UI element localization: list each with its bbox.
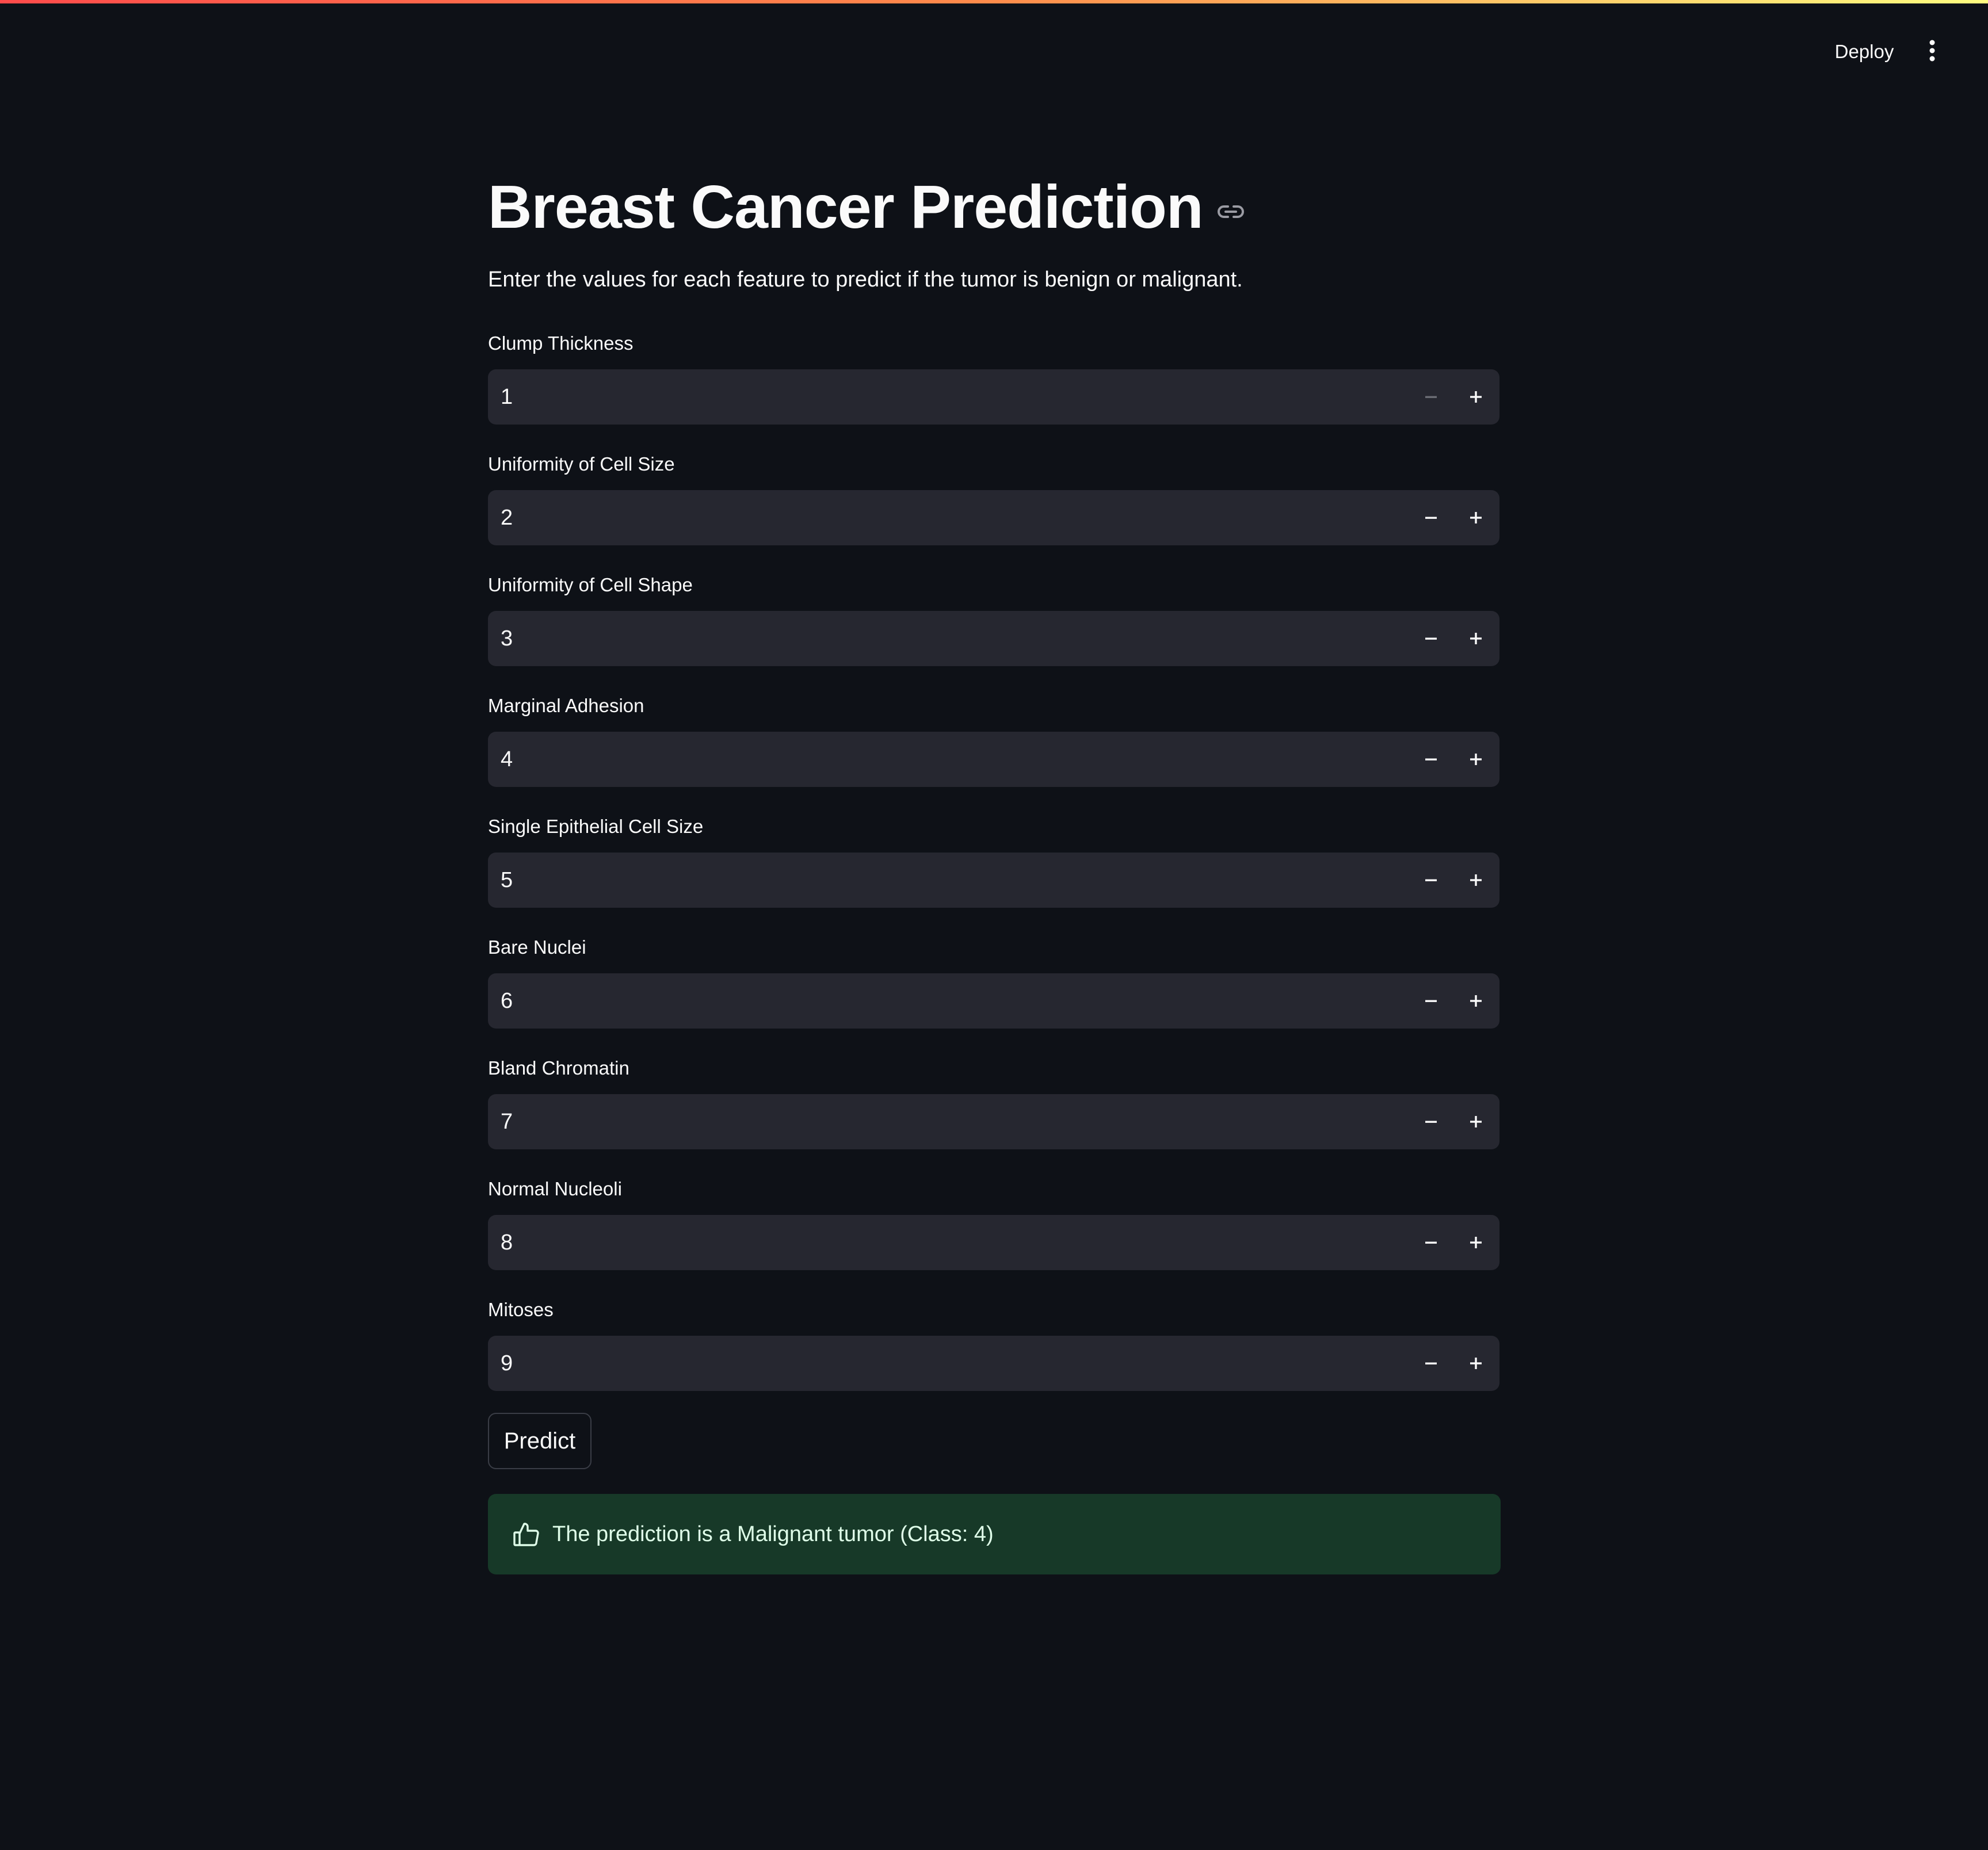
number-field: Marginal Adhesion 4 — [488, 691, 1501, 787]
field-label: Uniformity of Cell Size — [488, 453, 675, 475]
minus-icon — [1425, 879, 1437, 881]
number-input-value[interactable]: 1 — [488, 385, 1409, 410]
field-label: Clump Thickness — [488, 332, 634, 354]
number-input-value[interactable]: 4 — [488, 747, 1409, 772]
number-input[interactable]: 1 — [488, 369, 1499, 425]
plus-icon — [1470, 633, 1482, 644]
top-decoration-bar — [0, 0, 1988, 3]
main-menu-button[interactable] — [1916, 36, 1948, 68]
minus-icon — [1425, 1241, 1437, 1244]
decrement-button[interactable] — [1409, 973, 1453, 1029]
increment-button[interactable] — [1453, 732, 1498, 787]
decrement-button[interactable] — [1409, 490, 1453, 545]
number-input[interactable]: 8 — [488, 1215, 1499, 1270]
increment-button[interactable] — [1453, 853, 1498, 908]
plus-icon — [1470, 512, 1482, 523]
number-input-value[interactable]: 7 — [488, 1110, 1409, 1134]
field-label: Marginal Adhesion — [488, 695, 644, 716]
thumbs-up-icon — [511, 1519, 542, 1550]
number-field: Normal Nucleoli 8 — [488, 1175, 1501, 1270]
plus-icon — [1470, 1358, 1482, 1369]
field-label: Bare Nuclei — [488, 937, 586, 958]
number-input[interactable]: 3 — [488, 611, 1499, 666]
increment-button[interactable] — [1453, 369, 1498, 425]
number-input[interactable]: 4 — [488, 732, 1499, 787]
decrement-button[interactable] — [1409, 369, 1453, 425]
decrement-button[interactable] — [1409, 1215, 1453, 1270]
page-title: Breast Cancer Prediction — [488, 173, 1204, 241]
field-label: Bland Chromatin — [488, 1057, 629, 1079]
field-label: Uniformity of Cell Shape — [488, 574, 693, 595]
minus-icon — [1425, 396, 1437, 398]
minus-icon — [1425, 1000, 1437, 1002]
decrement-button[interactable] — [1409, 732, 1453, 787]
number-input[interactable]: 5 — [488, 853, 1499, 908]
increment-button[interactable] — [1453, 1215, 1498, 1270]
increment-button[interactable] — [1453, 1094, 1498, 1149]
number-field: Clump Thickness 1 — [488, 329, 1501, 425]
deploy-button[interactable]: Deploy — [1824, 36, 1905, 68]
field-label: Normal Nucleoli — [488, 1178, 622, 1199]
number-input-value[interactable]: 5 — [488, 868, 1409, 893]
number-input-value[interactable]: 2 — [488, 506, 1409, 530]
prediction-result-text: The prediction is a Malignant tumor (Cla… — [552, 1522, 994, 1546]
number-field: Bare Nuclei 6 — [488, 933, 1501, 1029]
increment-button[interactable] — [1453, 1336, 1498, 1391]
page-subtitle: Enter the values for each feature to pre… — [488, 267, 1243, 292]
predict-button[interactable]: Predict — [488, 1413, 592, 1469]
number-field: Bland Chromatin 7 — [488, 1054, 1501, 1149]
minus-icon — [1425, 1362, 1437, 1364]
number-field: Uniformity of Cell Size 2 — [488, 450, 1501, 545]
prediction-result-alert: The prediction is a Malignant tumor (Cla… — [488, 1494, 1501, 1574]
increment-button[interactable] — [1453, 973, 1498, 1029]
decrement-button[interactable] — [1409, 853, 1453, 908]
minus-icon — [1425, 637, 1437, 640]
plus-icon — [1470, 1237, 1482, 1248]
plus-icon — [1470, 874, 1482, 886]
number-input[interactable]: 7 — [488, 1094, 1499, 1149]
plus-icon — [1470, 754, 1482, 765]
number-field: Single Epithelial Cell Size 5 — [488, 812, 1501, 908]
decrement-button[interactable] — [1409, 1094, 1453, 1149]
number-input[interactable]: 6 — [488, 973, 1499, 1029]
decrement-button[interactable] — [1409, 611, 1453, 666]
title-row: Breast Cancer Prediction — [488, 167, 1246, 247]
plus-icon — [1470, 995, 1482, 1007]
decrement-button[interactable] — [1409, 1336, 1453, 1391]
minus-icon — [1425, 1121, 1437, 1123]
increment-button[interactable] — [1453, 490, 1498, 545]
increment-button[interactable] — [1453, 611, 1498, 666]
kebab-menu-icon — [1928, 39, 1936, 65]
number-input[interactable]: 9 — [488, 1336, 1499, 1391]
plus-icon — [1470, 391, 1482, 403]
number-field: Mitoses 9 — [488, 1295, 1501, 1391]
number-input-value[interactable]: 6 — [488, 989, 1409, 1014]
link-icon[interactable] — [1216, 197, 1246, 227]
number-input-value[interactable]: 3 — [488, 626, 1409, 651]
number-input-value[interactable]: 9 — [488, 1351, 1409, 1376]
field-label: Single Epithelial Cell Size — [488, 816, 704, 837]
plus-icon — [1470, 1116, 1482, 1127]
field-label: Mitoses — [488, 1299, 554, 1320]
number-input-value[interactable]: 8 — [488, 1230, 1409, 1255]
minus-icon — [1425, 517, 1437, 519]
minus-icon — [1425, 758, 1437, 760]
number-field: Uniformity of Cell Shape 3 — [488, 571, 1501, 666]
number-input[interactable]: 2 — [488, 490, 1499, 545]
